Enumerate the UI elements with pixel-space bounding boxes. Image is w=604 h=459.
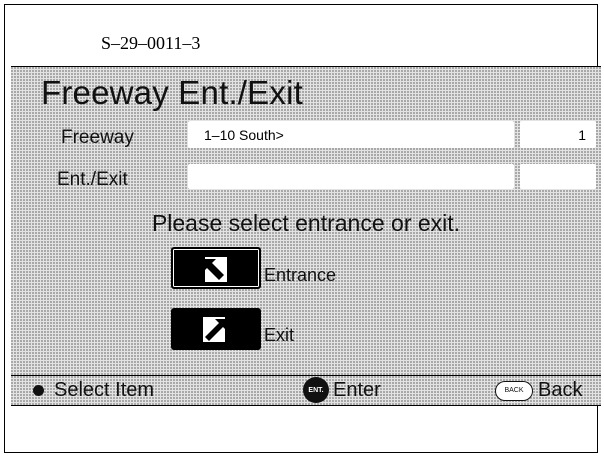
exit-arrow-icon (199, 317, 227, 342)
freeway-number-field[interactable]: 1 (520, 121, 596, 148)
back-button-icon: BACK (495, 380, 533, 401)
freeway-value: 1–10 South> (204, 126, 284, 143)
entrance-arrow-icon (201, 257, 227, 282)
entrance-label[interactable]: Entrance (264, 265, 336, 286)
entrance-button[interactable] (171, 247, 261, 289)
enter-label: Enter (333, 378, 381, 401)
ent-exit-number-field[interactable] (520, 164, 596, 189)
back-label: Back (538, 379, 583, 401)
select-item-hint: Select Item (33, 379, 154, 402)
freeway-field[interactable]: 1–10 South> (188, 121, 514, 148)
freeway-number: 1 (578, 126, 586, 143)
select-item-label: Select Item (54, 379, 155, 401)
ent-exit-label: Ent./Exit (57, 169, 128, 190)
bottom-bar: Select Item ENT. Enter BACK Back (11, 375, 601, 406)
nav-screen: Freeway Ent./Exit Freeway 1–10 South> 1 … (11, 66, 601, 406)
exit-button[interactable] (171, 308, 261, 350)
back-hint[interactable]: BACK Back (495, 379, 582, 402)
instruction-text: Please select entrance or exit. (151, 210, 461, 236)
dot-icon (33, 385, 44, 396)
figure-code: S–29–0011–3 (101, 33, 201, 53)
ent-exit-field[interactable] (188, 164, 514, 189)
freeway-label: Freeway (61, 127, 134, 148)
figure-frame: S–29–0011–3 Freeway Ent./Exit Freeway 1–… (4, 4, 601, 453)
exit-label[interactable]: Exit (264, 325, 294, 346)
page-title: Freeway Ent./Exit (41, 74, 303, 111)
enter-button-icon: ENT. (303, 377, 329, 403)
enter-hint[interactable]: ENT. Enter (303, 377, 381, 403)
